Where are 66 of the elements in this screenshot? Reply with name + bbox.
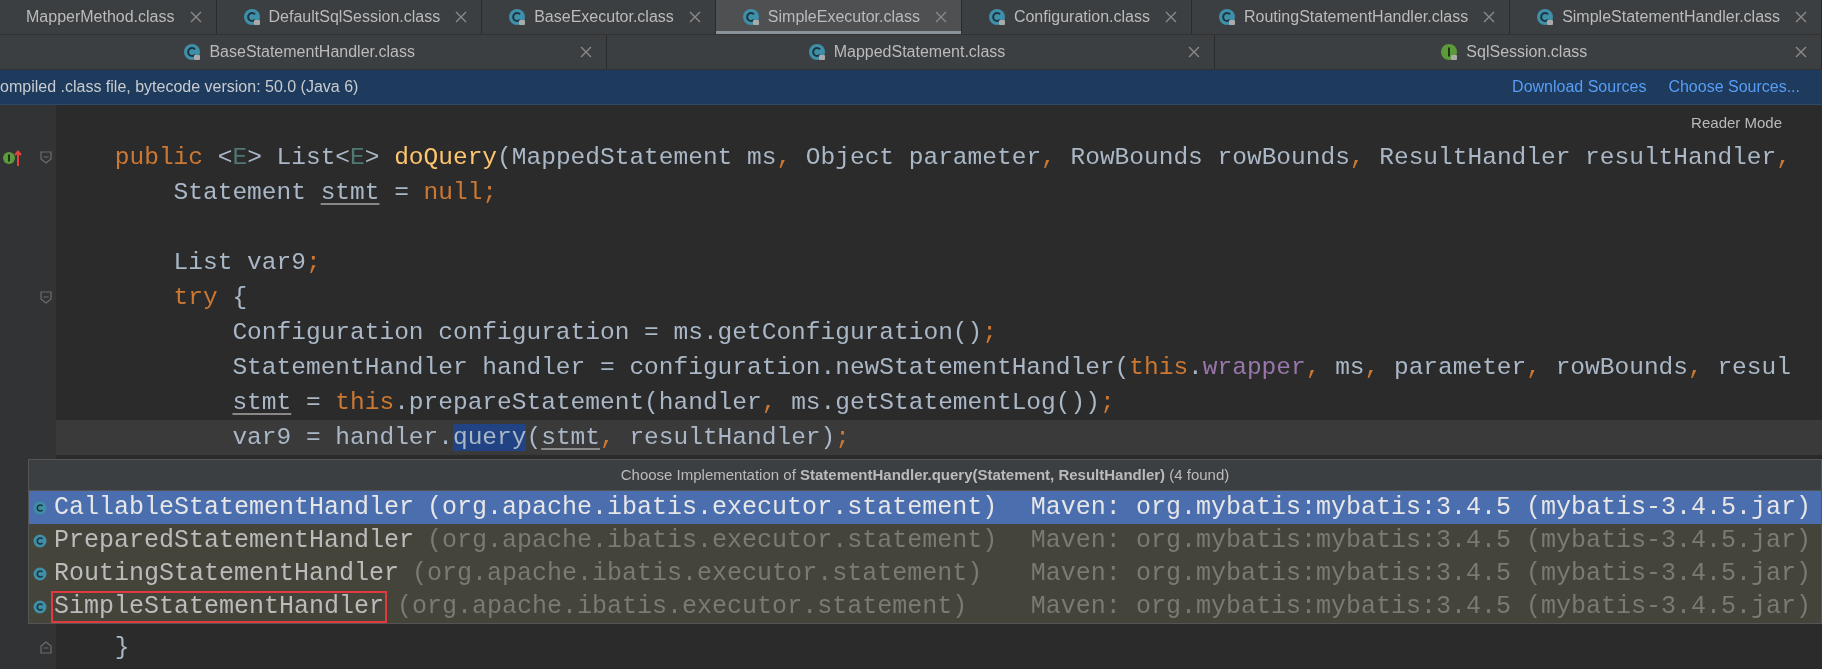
code-line: StatementHandler handler = configuration.newStatementHandler(this.wrapper, ms, parameter, rowBounds, resul — [231, 353, 1792, 383]
code-line: } — [113, 633, 131, 663]
class-name: RoutingStatementHandler — [53, 557, 401, 590]
class-name: PreparedStatementHandler — [53, 524, 416, 557]
implementation-item[interactable]: PreparedStatementHandler (org.apache.ibatis.executor.statement) Maven: org.mybatis:mybatis:3.4.5 (mybatis-3.4.5.jar) — [29, 524, 1821, 557]
package-name: (org.apache.ibatis.executor.statement) — [397, 592, 968, 621]
class-icon — [33, 566, 47, 581]
code-line: public <E> List<E> doQuery(MappedStatement ms, Object parameter, RowBounds rowBounds, ResultHandler resultHandler, — [113, 143, 1792, 173]
implementation-item[interactable]: RoutingStatementHandler (org.apache.ibatis.executor.statement) Maven: org.mybatis:mybatis:3.4.5 (mybatis-3.4.5.jar) — [29, 557, 1821, 590]
close-icon[interactable] — [1483, 11, 1496, 23]
close-icon[interactable] — [1795, 46, 1807, 58]
editor-tab[interactable]: RoutingStatementHandler.class — [1192, 0, 1511, 34]
editor-tab[interactable]: SqlSession.class — [1214, 35, 1822, 69]
package-name: (org.apache.ibatis.executor.statement) — [412, 559, 983, 588]
code-line: Statement stmt = null; — [172, 178, 499, 208]
class-file-icon — [987, 8, 1006, 26]
fold-icon[interactable] — [40, 291, 52, 304]
class-icon — [33, 533, 47, 548]
code-line: Configuration configuration = ms.getConfiguration(); — [231, 318, 998, 348]
library-source: Maven: org.mybatis:mybatis:3.4.5 (mybatis-3.4.5.jar) — [1030, 493, 1812, 522]
library-source: Maven: org.mybatis:mybatis:3.4.5 (mybatis-3.4.5.jar) — [1030, 559, 1812, 588]
implementation-item[interactable]: SimpleStatementHandler (org.apache.ibatis.executor.statement) Maven: org.mybatis:mybatis:3.4.5 (mybatis-3.4.5.jar) — [29, 590, 1821, 623]
class-file-icon — [1536, 8, 1555, 26]
class-file-icon — [508, 8, 527, 26]
library-source: Maven: org.mybatis:mybatis:3.4.5 (mybatis-3.4.5.jar) — [1030, 592, 1812, 621]
class-file-icon — [242, 8, 261, 26]
code-line: try { — [172, 283, 249, 313]
editor-tab[interactable]: MapperMethod.class — [0, 0, 217, 34]
package-name: (org.apache.ibatis.executor.statement) — [427, 526, 998, 555]
editor-tab[interactable]: Configuration.class — [961, 0, 1192, 34]
close-icon[interactable] — [1795, 11, 1808, 23]
code-line: stmt = this.prepareStatement(handler, ms.getStatementLog()); — [231, 388, 1116, 418]
implements-marker-icon — [2, 148, 22, 167]
package-name: (org.apache.ibatis.executor.statement) — [427, 493, 998, 522]
class-name: CallableStatementHandler — [53, 491, 416, 524]
close-icon[interactable] — [189, 11, 202, 23]
library-source: Maven: org.mybatis:mybatis:3.4.5 (mybatis-3.4.5.jar) — [1030, 526, 1812, 555]
popup-title: Choose Implementation of StatementHandler.query(Statement, ResultHandler) (4 found) — [29, 460, 1821, 491]
close-icon[interactable] — [1165, 11, 1177, 23]
editor-tab[interactable]: BaseExecutor.class — [482, 0, 716, 34]
fold-icon[interactable] — [40, 641, 52, 654]
code-line: List var9; — [172, 248, 322, 278]
close-icon[interactable] — [934, 11, 947, 23]
close-icon[interactable] — [688, 11, 701, 23]
class-icon — [33, 500, 47, 515]
editor-tab[interactable]: SimpleStatementHandler.class — [1510, 0, 1822, 34]
class-file-icon — [741, 8, 760, 26]
class-file-icon — [807, 43, 826, 61]
interface-file-icon — [1440, 43, 1459, 61]
editor-tab[interactable]: DefaultSqlSession.class — [216, 0, 483, 34]
class-icon — [33, 599, 47, 614]
editor-tab[interactable]: BaseStatementHandler.class — [0, 35, 608, 69]
close-icon[interactable] — [455, 11, 468, 23]
implementation-item[interactable]: CallableStatementHandler (org.apache.ibatis.executor.statement) Maven: org.mybatis:mybatis:3.4.5 (mybatis-3.4.5.jar) — [29, 491, 1821, 524]
banner-text: ompiled .class file, bytecode version: 50.0 (Java 6) — [0, 78, 360, 96]
reader-mode-link[interactable]: Reader Mode — [1691, 114, 1782, 131]
banner-link[interactable]: Download Sources — [1512, 78, 1647, 96]
class-file-icon — [1218, 8, 1236, 26]
banner-link[interactable]: Choose Sources... — [1668, 78, 1800, 96]
editor-tab[interactable]: SimpleExecutor.class — [715, 0, 962, 34]
editor-tab[interactable]: MappedStatement.class — [607, 35, 1215, 69]
class-name: SimpleStatementHandler — [51, 590, 388, 623]
close-icon[interactable] — [580, 46, 593, 58]
class-file-icon — [183, 43, 202, 61]
close-icon[interactable] — [1187, 46, 1200, 58]
fold-icon[interactable] — [40, 151, 52, 164]
